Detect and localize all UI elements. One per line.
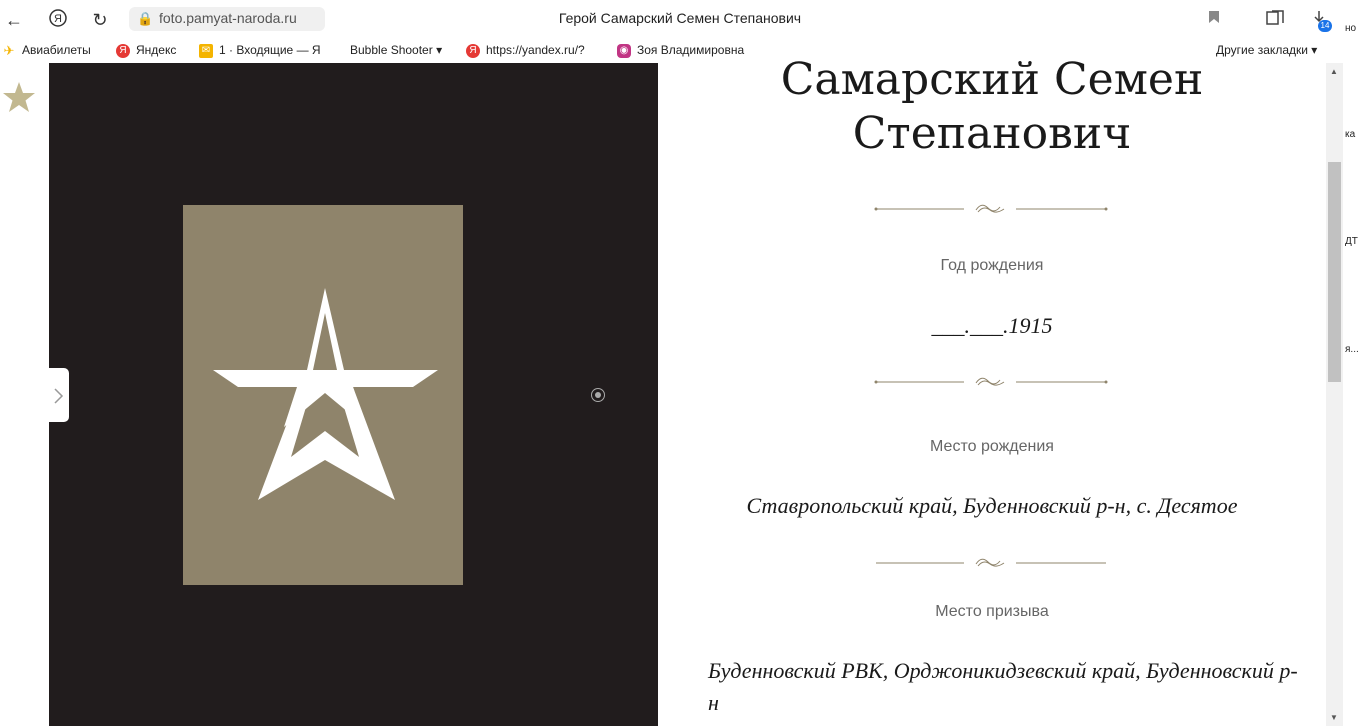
yandex-icon: Я: [466, 43, 480, 58]
hero-name: Самарский Семен Степанович: [780, 54, 1204, 159]
plane-icon: ✈: [3, 42, 15, 58]
birth-place-value: Ставропольский край, Буденновский р-н, с…: [746, 493, 1238, 518]
conscription-place-value: Буденновский РВК, Орджоникидзевский край…: [708, 658, 1298, 715]
page-scrollbar[interactable]: ▲ ▼: [1326, 63, 1343, 726]
hero-info-panel: Самарский Семен Степанович Год рождения …: [658, 54, 1326, 726]
bookmark-icon[interactable]: [1208, 10, 1220, 29]
scroll-down-icon[interactable]: ▼: [1330, 713, 1338, 722]
photo-panel: [49, 63, 658, 726]
browser-toolbar: ← Я ↻ 🔒 foto.pamyat-naroda.ru Герой Сама…: [0, 0, 1366, 40]
army-star-icon: [213, 288, 438, 500]
left-strip: [0, 63, 49, 726]
bookmark-aviabilety[interactable]: ✈ Авиабилеты: [2, 43, 91, 58]
star-icon[interactable]: [2, 81, 36, 115]
lock-icon: 🔒: [137, 11, 154, 26]
back-arrow-icon[interactable]: ←: [2, 8, 26, 32]
collections-icon[interactable]: [1266, 10, 1284, 31]
page-content: Самарский Семен Степанович Год рождения …: [0, 23, 1366, 726]
gallery-toggle-tab[interactable]: [49, 368, 69, 422]
url-text: foto.pamyat-naroda.ru: [159, 10, 297, 26]
birth-year-label: Год рождения: [940, 257, 1044, 274]
svg-text:Я: Я: [54, 13, 62, 25]
ornament-divider: [874, 204, 1108, 213]
chevron-right-icon: [54, 388, 64, 404]
yandex-icon: Я: [116, 43, 130, 58]
bookmark-bubble-shooter[interactable]: Bubble Shooter ▾: [350, 43, 442, 57]
hero-photo-placeholder[interactable]: [183, 205, 463, 585]
bookmark-yandex-url[interactable]: Яhttps://yandex.ru/?: [466, 43, 585, 58]
birth-place-label: Место рождения: [930, 438, 1054, 455]
address-bar[interactable]: 🔒 foto.pamyat-naroda.ru: [129, 7, 325, 31]
birth-year-value: ___.___.1915: [931, 313, 1053, 338]
page-title: Герой Самарский Семен Степанович: [558, 10, 802, 26]
scrollbar-thumb[interactable]: [1328, 162, 1341, 382]
gallery-dot[interactable]: [591, 388, 605, 402]
mail-icon: ✉: [199, 43, 213, 58]
reload-icon[interactable]: ↻: [88, 8, 112, 32]
ornament-divider: [874, 377, 1108, 386]
bookmark-yandex[interactable]: Я Яндекс: [116, 43, 176, 58]
downloads-badge: 14: [1318, 20, 1332, 32]
ornament-divider: [876, 558, 1106, 567]
instagram-icon: ◉: [617, 43, 631, 58]
yandex-home-icon[interactable]: Я: [46, 8, 70, 32]
bookmark-inbox[interactable]: ✉ 1 · Входящие — Я: [199, 43, 321, 58]
conscription-place-label: Место призыва: [935, 603, 1049, 620]
right-edge-overlay: но ка ДТ я...: [1343, 23, 1366, 726]
scroll-up-icon[interactable]: ▲: [1330, 67, 1338, 76]
